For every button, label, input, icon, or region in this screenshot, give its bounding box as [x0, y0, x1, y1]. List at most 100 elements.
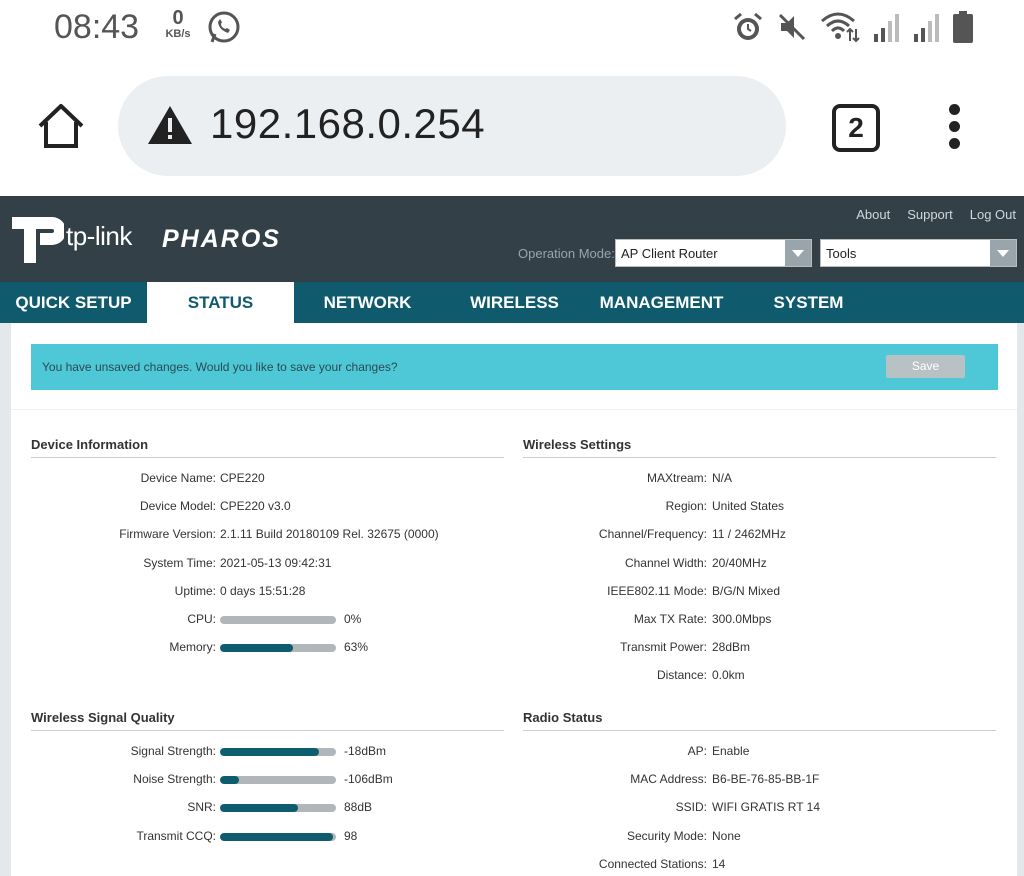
tools-select[interactable]: Tools [820, 239, 1017, 267]
cell-signal-icon-2 [914, 14, 939, 42]
operation-mode-label: Operation Mode: [518, 246, 615, 261]
signal-quality-value: -18dBm [344, 744, 387, 758]
radio-status-value: WIFI GRATIS RT 14 [712, 800, 821, 815]
tab-status[interactable]: STATUS [147, 282, 294, 323]
signal-quality-label: Transmit CCQ: [136, 828, 216, 843]
device-info-label: CPU: [187, 612, 216, 626]
device-info-value: CPE220 v3.0 [220, 499, 291, 514]
tab-network[interactable]: NETWORK [294, 282, 441, 323]
mute-icon [778, 13, 806, 41]
radio-status-value: Enable [712, 744, 750, 758]
device-info-value: 0% [344, 612, 362, 626]
radio-status-title: Radio Status [523, 710, 603, 725]
wireless-settings-label: Region: [665, 499, 707, 514]
level-bar-fill [220, 748, 319, 756]
clock: 08:43 [54, 8, 140, 46]
wireless-settings-value: N/A [712, 471, 733, 485]
browser-toolbar: 192.168.0.254 2 [0, 58, 1024, 196]
level-bar-fill [220, 832, 333, 841]
radio-status-label: Security Mode: [626, 828, 707, 843]
status-icons [732, 10, 974, 44]
wireless-settings-label: Channel Width: [624, 555, 707, 570]
signal-quality-value: 98 [344, 828, 358, 843]
radio-status-label: Connected Stations: [598, 856, 707, 871]
level-bar-fill [220, 644, 294, 653]
android-status-bar: 08:43 0 KB/s [0, 0, 1024, 58]
device-info-value: CPE220 [220, 471, 265, 485]
radio-status-label: MAC Address: [630, 772, 707, 787]
wireless-settings-value: 0.0km [712, 668, 745, 683]
alarm-icon [734, 12, 762, 40]
radio-status-label: SSID: [675, 800, 707, 815]
status-page-content: You have unsaved changes. Would you like… [11, 323, 1017, 876]
wireless-settings-value: 28dBm [712, 640, 751, 655]
logout-link[interactable]: Log Out [970, 207, 1016, 222]
wireless-settings-label: Channel/Frequency: [598, 527, 707, 542]
wireless-settings-label: Max TX Rate: [633, 612, 707, 626]
device-info-value: 0 days 15:51:28 [220, 583, 306, 598]
device-info-label: System Time: [143, 555, 216, 570]
network-speed: 0 KB/s [165, 7, 191, 40]
device-information-title: Device Information [31, 437, 149, 452]
tab-management[interactable]: MANAGEMENT [588, 282, 735, 323]
wireless-settings-label: Distance: [656, 668, 707, 683]
radio-status-label: AP: [687, 744, 707, 758]
about-link[interactable]: About [856, 207, 890, 222]
tab-quick-setup[interactable]: QUICK SETUP [0, 282, 147, 323]
signal-quality-value: -106dBm [344, 772, 393, 787]
brand-name: tp-link [66, 221, 132, 251]
whatsapp-icon [206, 10, 242, 51]
wireless-settings-title: Wireless Settings [523, 437, 632, 452]
signal-quality-label: Signal Strength: [130, 744, 216, 758]
level-bar [220, 804, 336, 813]
level-bar-fill [220, 804, 298, 813]
operation-mode-select[interactable]: AP Client Router [615, 239, 812, 267]
device-info-value: 2.1.11 Build 20180109 Rel. 32675 (0000) [220, 527, 439, 542]
battery-icon [953, 11, 973, 43]
not-secure-warning-icon[interactable] [146, 104, 194, 151]
level-bar [220, 832, 336, 841]
home-button[interactable] [34, 100, 88, 154]
banner-message: You have unsaved changes. Would you like… [42, 360, 398, 374]
radio-status-value: 14 [712, 856, 726, 871]
device-info-label: Memory: [169, 640, 216, 655]
wireless-settings-value: B/G/N Mixed [712, 583, 781, 598]
wireless-settings-label: MAXtream: [646, 471, 707, 485]
wireless-settings-value: United States [712, 499, 785, 514]
router-header: tp-link PHAROS About Support Log Out Ope… [0, 196, 1024, 282]
header-links: About Support Log Out [856, 207, 1016, 222]
device-info-label: Firmware Version: [119, 527, 216, 542]
divider [31, 730, 504, 731]
url-text[interactable]: 192.168.0.254 [210, 100, 485, 148]
device-info-label: Device Name: [140, 471, 216, 485]
level-bar-fill [220, 776, 239, 785]
level-bar [220, 776, 336, 785]
signal-quality-label: SNR: [187, 800, 216, 815]
wireless-settings-label: IEEE802.11 Mode: [607, 583, 707, 598]
home-icon [38, 104, 84, 148]
address-bar[interactable]: 192.168.0.254 [118, 76, 786, 176]
save-button[interactable]: Save [886, 355, 965, 378]
tab-switcher-button[interactable]: 2 [832, 104, 880, 152]
support-link[interactable]: Support [907, 207, 953, 222]
radio-status-value: B6-BE-76-85-BB-1F [712, 772, 820, 787]
unsaved-changes-banner: You have unsaved changes. Would you like… [31, 344, 998, 390]
radio-status-value: None [712, 828, 741, 843]
wireless-settings-value: 300.0Mbps [712, 612, 772, 626]
wireless-settings-value: 11 / 2462MHz [712, 527, 786, 542]
device-info-label: Device Model: [139, 499, 216, 514]
level-bar [220, 616, 336, 624]
divider [31, 457, 504, 458]
level-bar [220, 748, 336, 756]
tab-wireless[interactable]: WIRELESS [441, 282, 588, 323]
chevron-down-icon [785, 240, 811, 266]
chevron-down-icon [990, 240, 1016, 266]
tab-system[interactable]: SYSTEM [735, 282, 882, 323]
signal-quality-label: Noise Strength: [133, 772, 216, 787]
divider [523, 457, 996, 458]
divider [523, 730, 996, 731]
main-nav: QUICK SETUP STATUS NETWORK WIRELESS MANA… [0, 282, 1024, 323]
device-info-value: 63% [344, 640, 369, 655]
more-options-menu-icon[interactable] [944, 104, 964, 152]
device-info-value: 2021-05-13 09:42:31 [220, 555, 332, 570]
